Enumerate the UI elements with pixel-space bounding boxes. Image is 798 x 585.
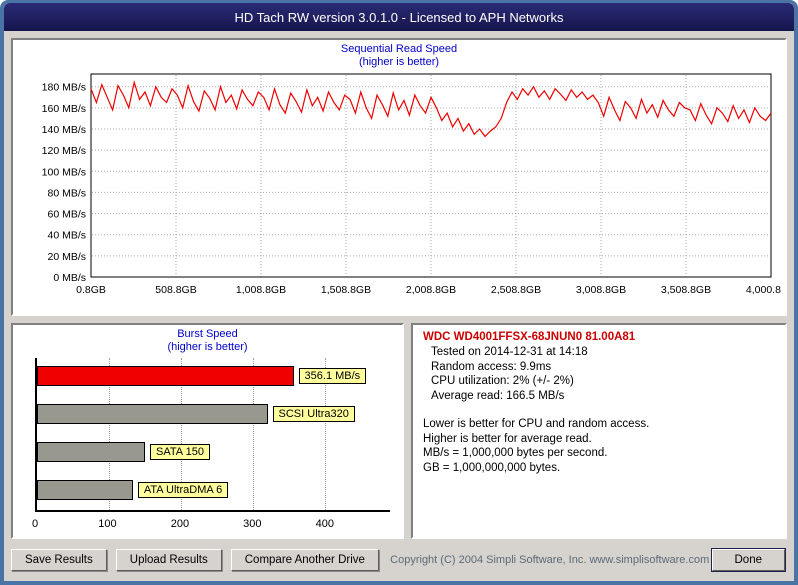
title-bar: HD Tach RW version 3.0.1.0 - Licensed to… <box>4 3 794 31</box>
burst-bar-label: ATA UltraDMA 6 <box>137 482 229 498</box>
seq-y-tick-label: 0 MB/s <box>53 272 86 284</box>
burst-x-axis: 0 100 200 300 400 <box>31 518 390 532</box>
info-note-line: GB = 1,000,000,000 bytes. <box>423 461 561 474</box>
burst-bar-label: SCSI Ultra320 <box>272 406 355 422</box>
burst-chart-title: Burst Speed <box>177 328 238 340</box>
app-window: HD Tach RW version 3.0.1.0 - Licensed to… <box>0 0 798 585</box>
burst-bar-label: SATA 150 <box>150 444 210 460</box>
burst-x-tick-label: 100 <box>98 518 117 530</box>
seq-chart-title: Sequential Read Speed <box>340 43 458 55</box>
seq-x-tick-label: 4,000.8GB <box>746 284 781 296</box>
burst-speed-panel: Burst Speed (higher is better) 356.1 MB/… <box>11 323 404 539</box>
info-note-line: MB/s = 1,000,000 bytes per second. <box>423 447 608 459</box>
burst-chart-subtitle: (higher is better) <box>167 341 248 353</box>
burst-x-tick-label: 300 <box>243 518 262 530</box>
compare-another-drive-button[interactable]: Compare Another Drive <box>230 549 379 571</box>
seq-y-tick-label: 140 MB/s <box>42 124 86 136</box>
info-notes: Lower is better for CPU and random acces… <box>423 417 775 475</box>
seq-x-tick-label: 3,008.8GB <box>576 284 626 296</box>
burst-bar <box>37 366 294 386</box>
upload-results-button[interactable]: Upload Results <box>115 549 222 571</box>
sequential-read-chart: 0 MB/s 20 MB/s 40 MB/s 60 MB/s 80 MB/s 100 MB… <box>42 73 781 296</box>
drive-model-text: WDC WD4001FFSX-68JNUN0 81.00A81 <box>423 331 636 343</box>
seq-y-tick-label: 40 MB/s <box>47 230 86 242</box>
window-content: Sequential Read Speed (higher is better)… <box>4 31 794 581</box>
burst-x-tick-label: 0 <box>31 518 39 530</box>
drive-stats: Tested on 2014-12-31 at 14:18 Random acce… <box>423 345 775 403</box>
save-results-button[interactable]: Save Results <box>11 549 107 571</box>
burst-bar-row: SATA 150 <box>37 442 390 462</box>
info-note-line: Higher is better for average read. <box>423 432 592 445</box>
burst-plot-area: 356.1 MB/s SCSI Ultra320 SATA 150 ATA Ultra… <box>35 358 390 512</box>
drive-stat-line: Random access: 9.9ms <box>431 360 552 373</box>
seq-y-tick-label: 20 MB/s <box>47 251 86 263</box>
burst-bar <box>37 480 133 500</box>
seq-x-tick-label: 0.8GB <box>76 284 106 296</box>
burst-bar <box>37 404 268 424</box>
burst-x-tick-label: 400 <box>315 518 334 530</box>
copyright-text: Copyright (C) 2004 Simpli Software, Inc.… <box>390 554 710 566</box>
burst-bar-row: SCSI Ultra320 <box>37 404 390 424</box>
burst-bar <box>37 442 146 462</box>
bottom-row: Burst Speed (higher is better) 356.1 MB/… <box>11 323 787 539</box>
seq-y-tick-label: 100 MB/s <box>42 166 86 178</box>
drive-stat-line: Tested on 2014-12-31 at 14:18 <box>431 346 588 358</box>
drive-stat-line: Average read: 166.5 MB/s <box>431 389 565 402</box>
seq-y-tick-label: 60 MB/s <box>47 209 86 221</box>
drive-stat-line: CPU utilization: 2% (+/- 2%) <box>431 375 574 387</box>
seq-y-tick-label: 80 MB/s <box>47 187 86 199</box>
burst-bar-row: 356.1 MB/s <box>37 366 390 386</box>
info-note-line: Lower is better for CPU and random acces… <box>423 418 650 430</box>
done-button[interactable]: Done <box>711 549 785 571</box>
drive-info-panel: WDC WD4001FFSX-68JNUN0 81.00A81 Tested o… <box>411 323 787 539</box>
seq-x-tick-label: 1,508.8GB <box>321 284 371 296</box>
seq-x-tick-label: 508.8GB <box>155 284 196 296</box>
burst-bar-row: ATA UltraDMA 6 <box>37 480 390 500</box>
seq-y-tick-label: 120 MB/s <box>42 145 86 157</box>
sequential-read-panel: Sequential Read Speed (higher is better)… <box>11 38 787 316</box>
button-bar: Save Results Upload Results Compare Anot… <box>11 546 787 574</box>
window-title: HD Tach RW version 3.0.1.0 - Licensed to… <box>234 9 564 25</box>
seq-x-tick-label: 2,508.8GB <box>491 284 541 296</box>
seq-x-tick-label: 1,008.8GB <box>236 284 286 296</box>
seq-chart-subtitle: (higher is better) <box>358 56 440 68</box>
burst-x-tick-label: 200 <box>170 518 190 530</box>
seq-x-tick-label: 2,008.8GB <box>406 284 456 296</box>
seq-y-tick-label: 160 MB/s <box>42 103 86 115</box>
burst-bar-label: 356.1 MB/s <box>298 368 367 384</box>
burst-speed-chart: 356.1 MB/s SCSI Ultra320 SATA 150 ATA Ultra… <box>19 356 398 536</box>
seq-y-tick-label: 180 MB/s <box>42 82 86 94</box>
seq-x-tick-label: 3,508.8GB <box>661 284 711 296</box>
